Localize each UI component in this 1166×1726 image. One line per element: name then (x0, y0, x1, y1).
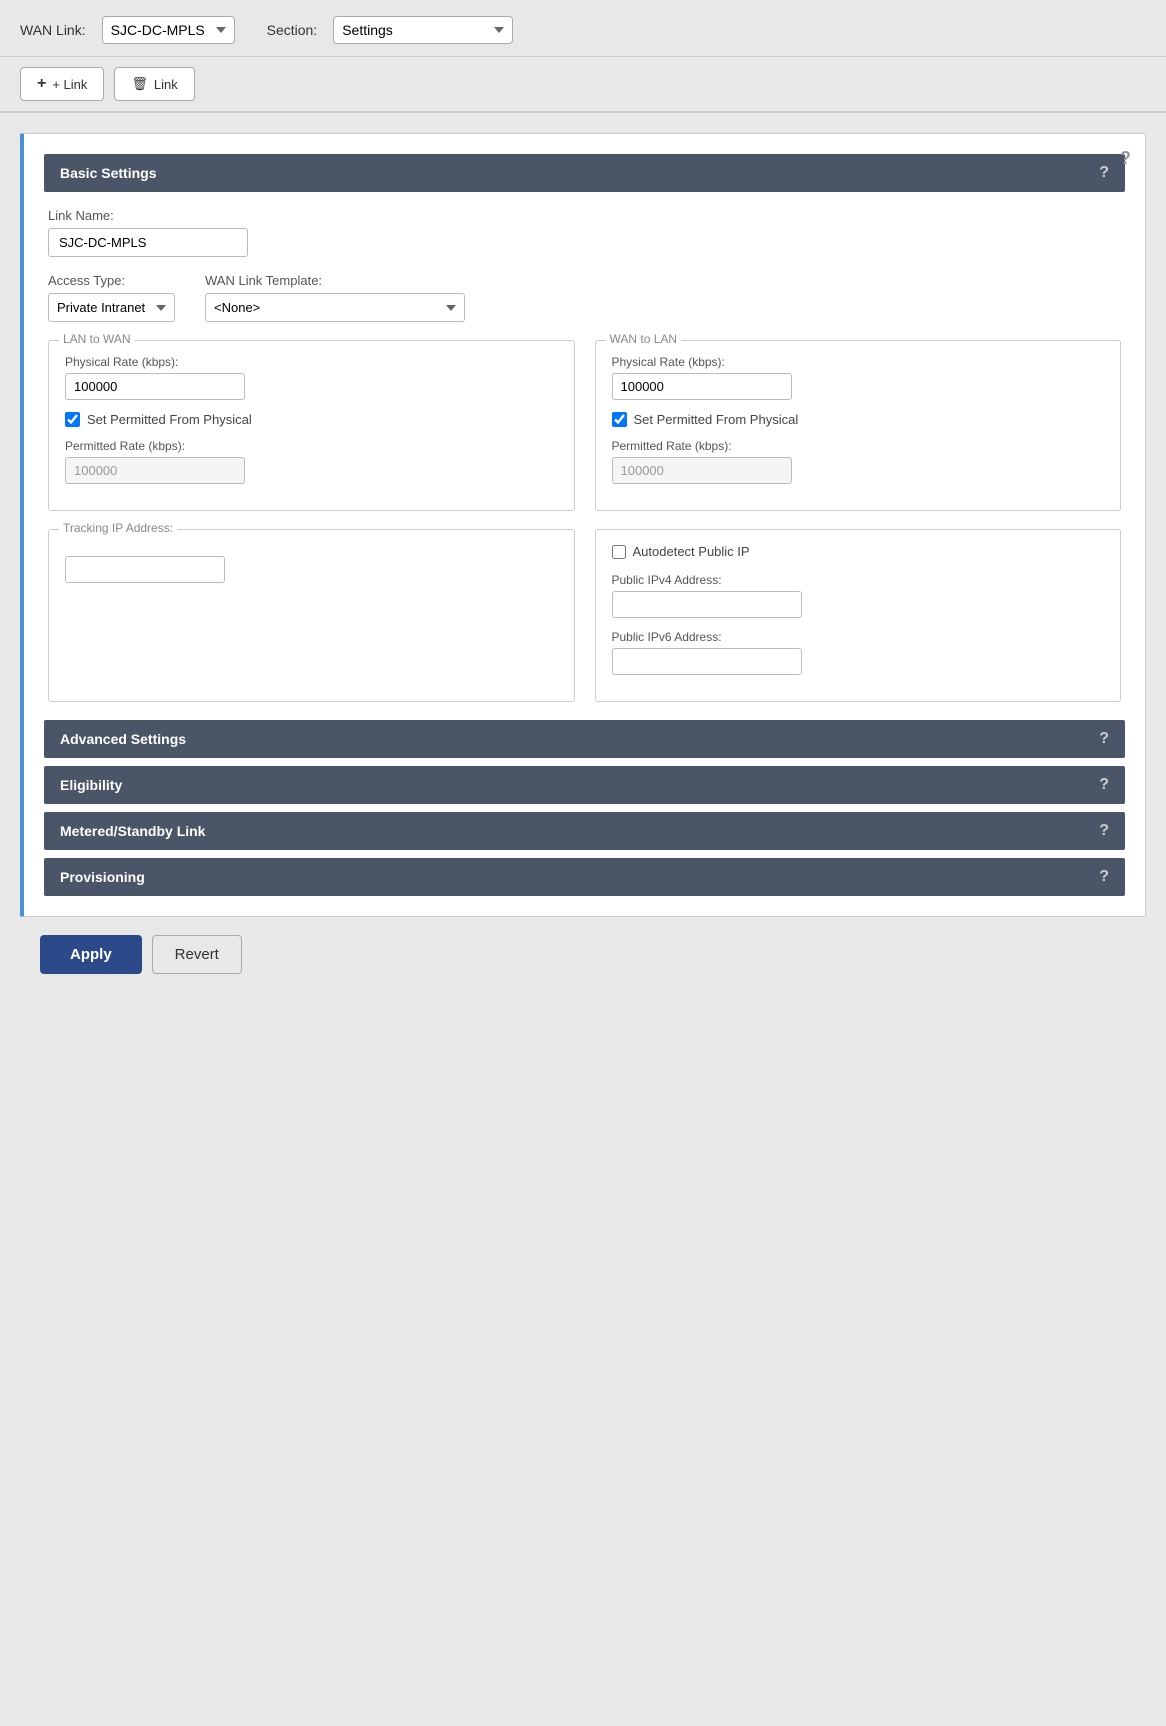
provisioning-header[interactable]: Provisioning ? (44, 858, 1125, 896)
access-type-row: Access Type: Private Intranet WAN Link T… (48, 273, 1121, 322)
eligibility-help-icon[interactable]: ? (1099, 776, 1109, 794)
wan-link-template-select[interactable]: <None> (205, 293, 465, 322)
autodetect-label: Autodetect Public IP (633, 544, 750, 559)
wan-physical-rate-group: Physical Rate (kbps): (612, 355, 1105, 400)
lan-set-permitted-checkbox[interactable] (65, 412, 80, 427)
section-select[interactable]: Settings (333, 16, 513, 44)
content-panel: ? Basic Settings ? Link Name: Access Typ… (20, 133, 1146, 917)
provisioning-help-icon[interactable]: ? (1099, 868, 1109, 886)
wan-set-permitted-row: Set Permitted From Physical (612, 412, 1105, 427)
metered-standby-title: Metered/Standby Link (60, 823, 205, 839)
lan-set-permitted-row: Set Permitted From Physical (65, 412, 558, 427)
add-link-label: + Link (52, 77, 87, 92)
autodetect-checkbox[interactable] (612, 545, 626, 559)
wan-link-select[interactable]: SJC-DC-MPLS (102, 16, 235, 44)
basic-settings-help-icon[interactable]: ? (1099, 164, 1109, 182)
page-help-icon[interactable]: ? (1120, 148, 1131, 169)
public-ip-box: Autodetect Public IP Public IPv4 Address… (595, 529, 1122, 702)
public-ipv4-label: Public IPv4 Address: (612, 573, 1105, 587)
advanced-settings-title: Advanced Settings (60, 731, 186, 747)
tracking-ip-title: Tracking IP Address: (59, 521, 177, 535)
lan-to-wan-title: LAN to WAN (59, 332, 135, 346)
eligibility-header[interactable]: Eligibility ? (44, 766, 1125, 804)
public-ipv6-label: Public IPv6 Address: (612, 630, 1105, 644)
access-type-select[interactable]: Private Intranet (48, 293, 175, 322)
advanced-settings-help-icon[interactable]: ? (1099, 730, 1109, 748)
trash-icon: 🗑 (131, 76, 148, 92)
lan-set-permitted-label: Set Permitted From Physical (87, 412, 252, 427)
basic-settings-title: Basic Settings (60, 165, 156, 181)
link-name-input[interactable] (48, 228, 248, 257)
wan-physical-rate-input[interactable] (612, 373, 792, 400)
metered-standby-help-icon[interactable]: ? (1099, 822, 1109, 840)
lan-physical-rate-label: Physical Rate (kbps): (65, 355, 558, 369)
lan-physical-rate-group: Physical Rate (kbps): (65, 355, 558, 400)
public-ipv6-input[interactable] (612, 648, 802, 675)
top-bar: WAN Link: SJC-DC-MPLS Section: Settings (0, 0, 1166, 57)
lan-to-wan-box: LAN to WAN Physical Rate (kbps): Set Per… (48, 340, 575, 511)
public-ipv6-group: Public IPv6 Address: (612, 630, 1105, 675)
link-name-group: Link Name: (48, 208, 1121, 257)
advanced-settings-header[interactable]: Advanced Settings ? (44, 720, 1125, 758)
wan-permitted-rate-input[interactable] (612, 457, 792, 484)
toolbar: + + Link 🗑 Link (0, 57, 1166, 113)
wan-set-permitted-label: Set Permitted From Physical (634, 412, 799, 427)
tracking-ip-box: Tracking IP Address: (48, 529, 575, 702)
tracking-public-row: Tracking IP Address: Autodetect Public I… (48, 529, 1121, 702)
apply-button[interactable]: Apply (40, 935, 142, 974)
lan-permitted-rate-input[interactable] (65, 457, 245, 484)
provisioning-title: Provisioning (60, 869, 145, 885)
section-label: Section: (267, 22, 318, 38)
delete-link-button[interactable]: 🗑 Link (114, 67, 194, 101)
bottom-actions: Apply Revert (20, 917, 1146, 992)
access-type-label: Access Type: (48, 273, 175, 288)
wan-link-template-label: WAN Link Template: (205, 273, 465, 288)
autodetect-row: Autodetect Public IP (612, 544, 1105, 559)
wan-link-label: WAN Link: (20, 22, 86, 38)
lan-permitted-rate-label: Permitted Rate (kbps): (65, 439, 558, 453)
basic-settings-header[interactable]: Basic Settings ? (44, 154, 1125, 192)
plus-icon: + (37, 75, 46, 93)
add-link-button[interactable]: + + Link (20, 67, 104, 101)
main-content: ? Basic Settings ? Link Name: Access Typ… (0, 113, 1166, 1012)
wan-physical-rate-label: Physical Rate (kbps): (612, 355, 1105, 369)
wan-permitted-rate-label: Permitted Rate (kbps): (612, 439, 1105, 453)
eligibility-title: Eligibility (60, 777, 122, 793)
metered-standby-header[interactable]: Metered/Standby Link ? (44, 812, 1125, 850)
tracking-ip-input[interactable] (65, 556, 225, 583)
wan-to-lan-title: WAN to LAN (606, 332, 682, 346)
delete-link-label: Link (154, 77, 178, 92)
wan-set-permitted-checkbox[interactable] (612, 412, 627, 427)
lan-permitted-rate-group: Permitted Rate (kbps): (65, 439, 558, 484)
wan-to-lan-box: WAN to LAN Physical Rate (kbps): Set Per… (595, 340, 1122, 511)
revert-button[interactable]: Revert (152, 935, 242, 974)
public-ipv4-input[interactable] (612, 591, 802, 618)
link-name-label: Link Name: (48, 208, 1121, 223)
access-type-col: Access Type: Private Intranet (48, 273, 175, 322)
basic-settings-body: Link Name: Access Type: Private Intranet… (44, 208, 1125, 702)
lan-physical-rate-input[interactable] (65, 373, 245, 400)
lan-wan-row: LAN to WAN Physical Rate (kbps): Set Per… (48, 340, 1121, 511)
wan-permitted-rate-group: Permitted Rate (kbps): (612, 439, 1105, 484)
public-ipv4-group: Public IPv4 Address: (612, 573, 1105, 618)
wan-link-template-col: WAN Link Template: <None> (205, 273, 465, 322)
